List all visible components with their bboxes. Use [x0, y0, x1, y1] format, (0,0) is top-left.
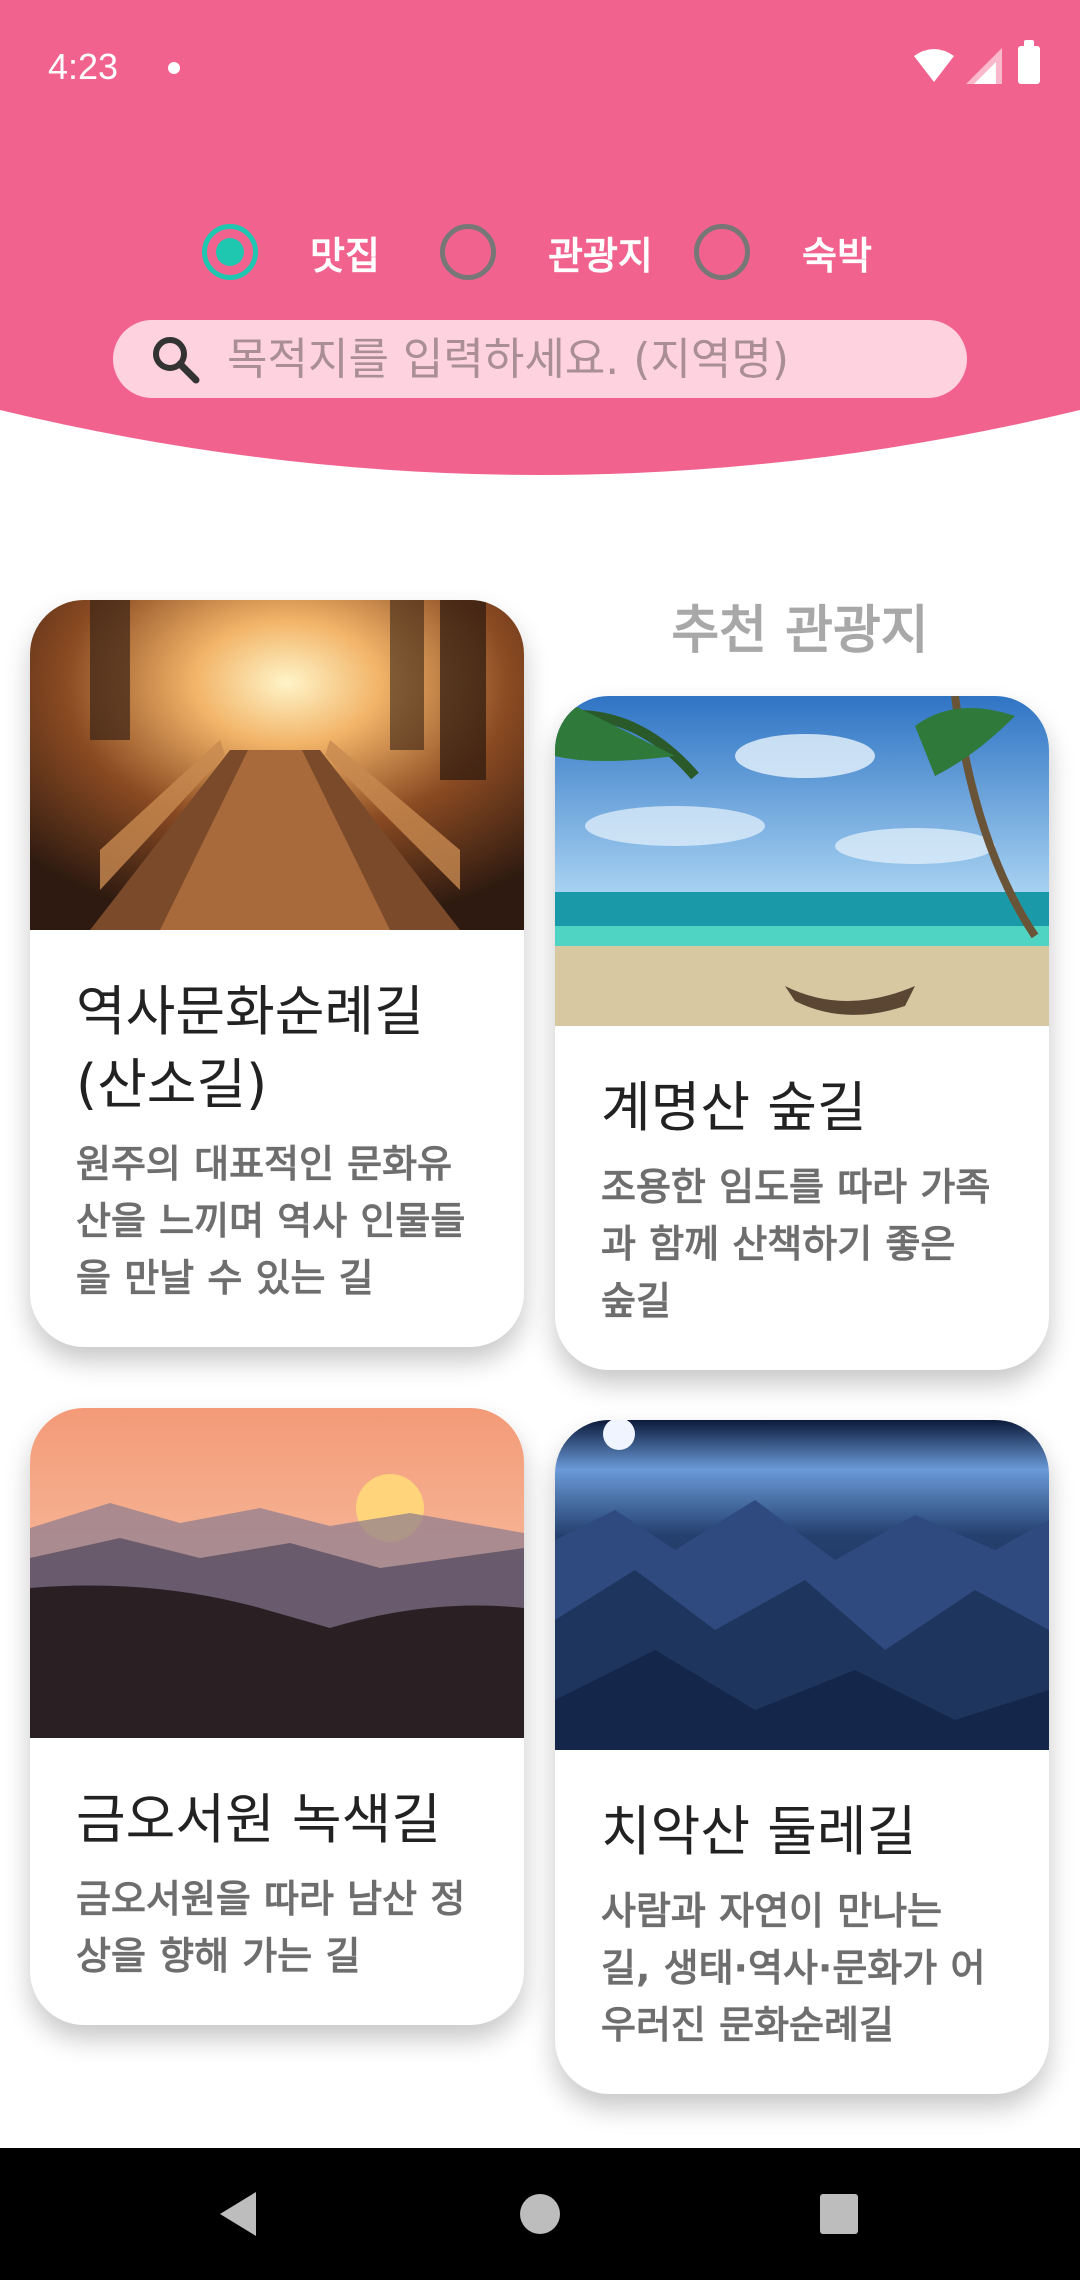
- system-navigation-bar: [0, 2148, 1080, 2280]
- back-icon[interactable]: [160, 2148, 320, 2280]
- card-image-sunset-mountains: [30, 1408, 524, 1738]
- status-time: 4:23: [48, 46, 119, 87]
- notification-dot-icon: [168, 62, 180, 74]
- card-title: 치악산 둘레길: [601, 1800, 917, 1863]
- recents-icon[interactable]: [760, 2148, 920, 2280]
- card-image-tropical-beach: [555, 696, 1049, 1026]
- card-description: 원주의 대표적인 문화유산을 느끼며 역사 인물들을 만날 수 있는 길: [76, 1141, 466, 1300]
- signal-icon: [966, 48, 1002, 84]
- attraction-card[interactable]: 치악산 둘레길 사람과 자연이 만나는 길, 생태·역사·문화가 어우러진 문화…: [555, 1420, 1049, 2094]
- card-description: 금오서원을 따라 남산 정상을 향해 가는 길: [76, 1876, 466, 1978]
- card-title: 역사문화순례길 (산소길): [76, 980, 424, 1116]
- radio-button-restaurant[interactable]: [202, 224, 258, 280]
- search-bar[interactable]: [113, 320, 967, 398]
- home-icon[interactable]: [460, 2148, 620, 2280]
- section-title: 추천 관광지: [671, 601, 929, 661]
- search-input[interactable]: [227, 333, 927, 385]
- filter-attraction-label: 관광지: [548, 233, 653, 278]
- card-image-blue-mountains: [555, 1420, 1049, 1750]
- wifi-icon: [914, 49, 954, 82]
- filter-restaurant[interactable]: 맛집: [202, 222, 380, 282]
- attraction-card[interactable]: 역사문화순례길 (산소길) 원주의 대표적인 문화유산을 느끼며 역사 인물들을…: [30, 600, 524, 1347]
- filter-lodging-label: 숙박: [802, 233, 872, 278]
- category-filter-group: 맛집 관광지 숙박: [0, 222, 1080, 282]
- filter-attraction[interactable]: 관광지: [440, 222, 653, 282]
- status-bar: 4:23: [0, 0, 1080, 130]
- card-title: 계명산 숲길: [601, 1076, 867, 1139]
- attraction-card[interactable]: 계명산 숲길 조용한 임도를 따라 가족과 함께 산책하기 좋은 숲길: [555, 696, 1049, 1370]
- filter-lodging[interactable]: 숙박: [694, 222, 872, 282]
- card-title: 금오서원 녹색길: [76, 1788, 441, 1851]
- search-icon: [153, 337, 200, 384]
- filter-restaurant-label: 맛집: [310, 233, 380, 278]
- card-description: 사람과 자연이 만나는 길, 생태·역사·문화가 어우러진 문화순례길: [601, 1888, 986, 2047]
- attraction-card[interactable]: 금오서원 녹색길 금오서원을 따라 남산 정상을 향해 가는 길: [30, 1408, 524, 2025]
- card-image-forest-bridge: [30, 600, 524, 930]
- card-description: 조용한 임도를 따라 가족과 함께 산책하기 좋은 숲길: [601, 1164, 991, 1323]
- battery-icon: [1018, 40, 1040, 84]
- radio-button-attraction[interactable]: [440, 224, 496, 280]
- radio-button-lodging[interactable]: [694, 224, 750, 280]
